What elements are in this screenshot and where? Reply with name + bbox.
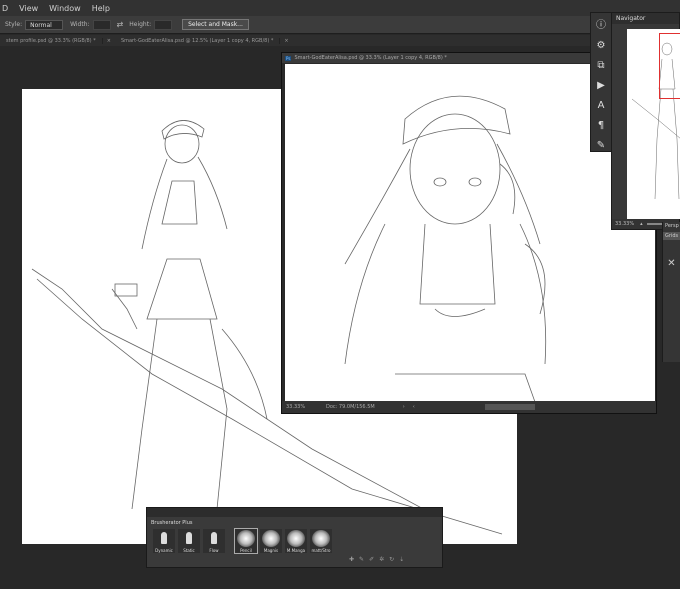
brush-static[interactable]: Static [178,529,200,553]
brush-label: Dynamic [155,548,173,553]
navigator-title: Navigator [612,13,679,24]
pen-icon[interactable]: ✐ [369,556,379,563]
tab-stem-profile[interactable]: stem profile.psd @ 33.3% (RGB/8) * [0,37,103,44]
brush-mmanga[interactable]: M.Manga [285,529,307,553]
options-bar: Style: Normal Width: ⇄ Height: Select an… [0,16,680,34]
perspective-tool-icon[interactable]: ✕ [663,258,680,269]
brusherator-panel: Brusherator Plus Dynamic Static Flow Pen… [146,507,443,568]
brush-tools-row: ✚✎✐✲↻⇣ [349,556,409,563]
perspective-title: Persp [665,223,679,229]
settings-icon[interactable]: ✲ [379,556,389,563]
photoshop-icon: Ps [285,55,292,61]
brush-label: Static [183,548,195,553]
menu-bar: D View Window Help [0,0,680,16]
perspective-panel: Persp Grids ✕ [662,222,680,362]
brush-settings-icon[interactable]: ⚙ [594,39,608,53]
style-select[interactable]: Normal [25,19,64,30]
brush-label: M.Manga [286,548,306,553]
navigator-zoom[interactable]: 33.33% [615,221,634,227]
round-brush-icon [237,530,255,547]
info-icon[interactable]: ⓘ [594,19,608,33]
brush-tip-icon [186,532,192,544]
round-brush-icon [312,530,330,547]
brush-label: Flow [209,548,219,553]
panel-header[interactable] [147,508,442,517]
brush-label: Magnis [263,548,279,553]
brush-label: matt/Stro [311,548,331,553]
round-brush-icon [287,530,305,547]
select-and-mask-button[interactable]: Select and Mask... [182,19,249,30]
menu-item-help[interactable]: Help [92,4,110,13]
paragraph-icon[interactable]: ¶ [594,119,608,133]
navigator-thumbnail[interactable] [627,29,680,219]
document-title: Smart-GodEaterAlisa.psd @ 33.3% (Layer 1… [294,55,447,61]
zoom-out-icon[interactable]: ▴ [640,221,643,227]
refresh-icon[interactable]: ↻ [389,556,399,563]
height-label: Height: [129,21,152,28]
tab-godeater[interactable]: Smart-GodEaterAlisa.psd @ 12.5% (Layer 1… [115,37,281,44]
doc-size: Doc: 79.0M/156.5M [326,404,375,410]
scroll-left-icon[interactable]: ‹ [413,404,415,410]
close-icon[interactable]: × [284,38,288,44]
brusherator-title: Brusherator Plus [151,520,193,526]
document-tabs: stem profile.psd @ 33.3% (RGB/8) * × Sma… [0,35,612,46]
zoom-level[interactable]: 33.33% [286,404,326,410]
play-icon[interactable]: ▶ [594,79,608,93]
menu-item-window[interactable]: Window [49,4,81,13]
character-icon[interactable]: A [594,99,608,113]
width-field[interactable] [92,19,111,30]
add-brush-icon[interactable]: ✚ [349,556,359,563]
height-field[interactable] [154,19,173,30]
style-label: Style: [5,21,23,28]
navigator-panel: Navigator 33.33% ▴ [611,12,680,230]
brush-tip-icon [161,532,167,544]
clone-source-icon[interactable]: ⧉ [594,59,608,73]
arrow-right-icon[interactable]: › [403,404,405,410]
download-icon[interactable]: ⇣ [399,556,409,563]
menu-item-partial[interactable]: D [2,4,8,13]
menu-item-view[interactable]: View [19,4,38,13]
panel-dock: ⓘ ⚙ ⧉ ▶ A ¶ ✎ [590,12,612,152]
brush-list: Dynamic Static Flow Pencil Magnis M.Mang… [153,528,335,554]
brush-matt[interactable]: matt/Stro [310,529,332,553]
swap-icon[interactable]: ⇄ [117,20,124,29]
brush-dynamic[interactable]: Dynamic [153,529,175,553]
brush-tip-icon [211,532,217,544]
width-label: Width: [70,21,90,28]
brush-pencil[interactable]: Pencil [234,528,258,554]
close-icon[interactable]: × [107,38,111,44]
horizontal-scrollbar[interactable] [484,404,535,410]
brush-magnis[interactable]: Magnis [260,529,282,553]
navigator-view-box[interactable] [659,33,680,99]
brush-flow[interactable]: Flow [203,529,225,553]
round-brush-icon [262,530,280,547]
status-bar: 33.33% Doc: 79.0M/156.5M › ‹ [282,401,656,413]
tab-grids[interactable]: Grids [663,232,680,240]
brush-label: Pencil [240,548,252,553]
edit-brush-icon[interactable]: ✎ [359,556,369,563]
tool-presets-icon[interactable]: ✎ [594,139,608,153]
